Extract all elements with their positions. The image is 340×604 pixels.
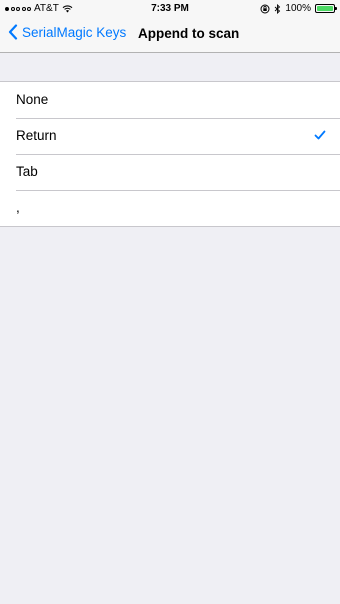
navigation-bar: SerialMagic Keys Append to scan [0, 18, 340, 53]
option-comma[interactable]: , [0, 190, 340, 226]
back-button[interactable]: SerialMagic Keys [8, 24, 126, 40]
back-button-label: SerialMagic Keys [22, 24, 127, 40]
option-return[interactable]: Return [0, 118, 340, 154]
status-right: 100% [260, 3, 337, 14]
checkmark-icon [314, 130, 326, 140]
battery-percent: 100% [285, 3, 311, 14]
orientation-lock-icon [260, 4, 270, 13]
option-tab[interactable]: Tab [0, 154, 340, 190]
battery-icon [315, 4, 337, 13]
chevron-left-icon [8, 24, 18, 40]
option-label: None [16, 92, 49, 107]
bluetooth-icon [275, 3, 281, 14]
option-label: , [16, 200, 20, 215]
status-bar: AT&T 7:33 PM 100% [0, 0, 340, 18]
option-label: Tab [16, 164, 38, 179]
options-list: None Return Tab , [0, 81, 340, 227]
page-title: Append to scan [138, 26, 240, 41]
option-label: Return [16, 128, 57, 143]
option-none[interactable]: None [0, 82, 340, 118]
